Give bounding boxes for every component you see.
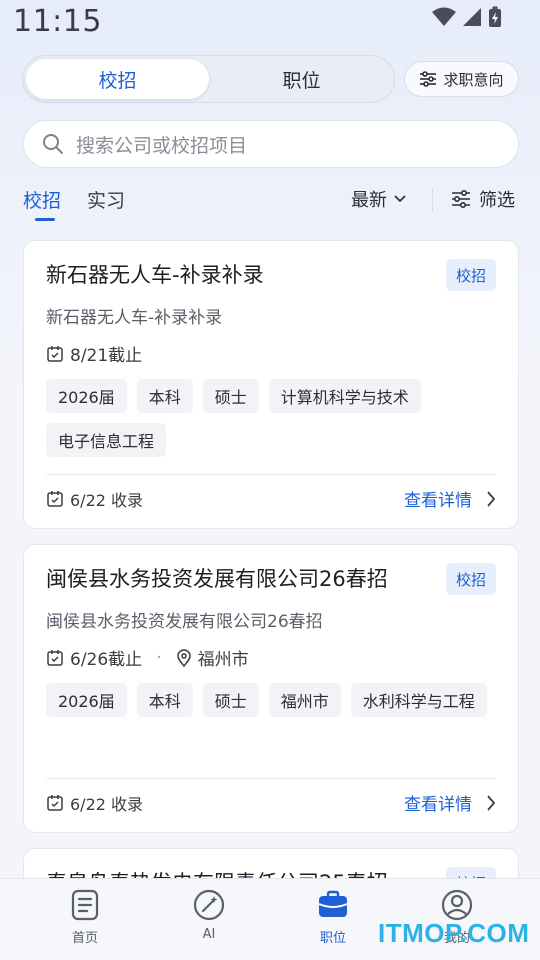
tag-list: 2026届 本科 硕士 福州市 水利科学与工程 xyxy=(46,683,506,717)
nav-ai[interactable]: AI xyxy=(169,889,249,942)
tab-campus[interactable]: 校招 xyxy=(23,186,61,213)
magic-wand-icon xyxy=(193,889,225,921)
card-subtitle: 新石器无人车-补录补录 xyxy=(46,308,223,328)
card-title: 新石器无人车-补录补录 xyxy=(46,263,264,287)
tag: 计算机科学与技术 xyxy=(268,379,421,413)
nav-label: 首页 xyxy=(71,931,98,946)
tag: 2026届 xyxy=(46,379,127,413)
job-card[interactable]: 闽侯县水务投资发展有限公司26春招 校招 闽侯县水务投资发展有限公司26春招 6… xyxy=(23,544,519,833)
status-bar: 11:15 xyxy=(0,0,540,44)
battery-icon xyxy=(489,6,501,27)
card-collected: 6/22 收录 xyxy=(46,791,143,815)
tag: 水利科学与工程 xyxy=(350,683,487,717)
wifi-icon xyxy=(432,7,456,26)
tag: 福州市 xyxy=(268,683,341,717)
chevron-right-icon xyxy=(487,490,496,507)
card-divider xyxy=(46,778,496,779)
card-location: 福州市 xyxy=(197,650,249,670)
tab-underline xyxy=(35,218,55,221)
briefcase-icon xyxy=(318,890,348,917)
sort-label: 最新 xyxy=(351,190,387,211)
job-card[interactable]: 新石器无人车-补录补录 校招 新石器无人车-补录补录 8/21截止 2026届 … xyxy=(23,240,519,529)
card-deadline: 6/26截止 xyxy=(70,650,143,670)
watermark: ITMOP.COM xyxy=(378,918,530,948)
document-icon xyxy=(71,889,99,921)
search-placeholder: 搜索公司或校招项目 xyxy=(76,134,248,157)
filter-label: 筛选 xyxy=(479,190,515,211)
tag-list: 2026届 本科 硕士 计算机科学与技术 电子信息工程 xyxy=(46,379,506,457)
card-title: 闽侯县水务投资发展有限公司26春招 xyxy=(46,567,388,591)
card-meta: 8/21截止 xyxy=(46,341,142,366)
segment-campus[interactable]: 校招 xyxy=(26,59,209,99)
job-intent-button[interactable]: 求职意向 xyxy=(404,61,519,97)
filter-button[interactable]: 筛选 xyxy=(451,186,515,212)
tag: 本科 xyxy=(136,683,193,717)
search-input[interactable]: 搜索公司或校招项目 xyxy=(23,120,519,168)
tag: 硕士 xyxy=(202,379,259,413)
calendar-icon xyxy=(47,345,63,362)
nav-home[interactable]: 首页 xyxy=(45,889,125,946)
nav-positions[interactable]: 职位 xyxy=(293,889,373,946)
sort-dropdown[interactable]: 最新 xyxy=(351,186,407,212)
view-details-label: 查看详情 xyxy=(404,491,472,511)
card-divider xyxy=(46,474,496,475)
search-icon xyxy=(43,134,63,154)
view-details-label: 查看详情 xyxy=(404,795,472,815)
card-meta: 6/26截止 · 福州市 xyxy=(46,645,249,670)
status-time: 11:15 xyxy=(13,4,102,39)
signal-icon xyxy=(463,8,481,26)
chevron-down-icon xyxy=(394,195,406,203)
calendar-icon xyxy=(47,649,63,666)
card-badge: 校招 xyxy=(445,563,496,595)
divider xyxy=(432,188,433,212)
tag: 2026届 xyxy=(46,683,127,717)
job-intent-label: 求职意向 xyxy=(443,70,504,89)
view-details-link[interactable]: 查看详情 xyxy=(404,790,496,815)
nav-label: AI xyxy=(202,927,216,942)
tag: 电子信息工程 xyxy=(46,423,167,457)
segment-positions[interactable]: 职位 xyxy=(210,59,393,99)
status-icons xyxy=(432,6,502,28)
mode-segment: 校招 职位 xyxy=(22,55,395,103)
nav-label: 职位 xyxy=(319,931,346,946)
tag: 本科 xyxy=(136,379,193,413)
calendar-icon xyxy=(47,795,63,811)
calendar-icon xyxy=(47,491,63,507)
user-icon xyxy=(441,889,473,921)
chevron-right-icon xyxy=(487,794,496,811)
view-details-link[interactable]: 查看详情 xyxy=(404,486,496,511)
card-subtitle: 闽侯县水务投资发展有限公司26春招 xyxy=(46,612,323,632)
filter-icon xyxy=(452,190,470,208)
tabs-row: 校招 实习 最新 筛选 xyxy=(23,184,519,224)
card-badge: 校招 xyxy=(445,259,496,291)
sliders-icon xyxy=(420,71,437,87)
card-deadline: 8/21截止 xyxy=(70,346,143,366)
tab-internship[interactable]: 实习 xyxy=(87,186,125,213)
location-pin-icon xyxy=(176,648,191,667)
collected-date: 6/22 收录 xyxy=(70,795,144,814)
collected-date: 6/22 收录 xyxy=(70,491,144,510)
meta-separator: · xyxy=(156,647,162,668)
card-collected: 6/22 收录 xyxy=(46,487,143,511)
tag: 硕士 xyxy=(202,683,259,717)
